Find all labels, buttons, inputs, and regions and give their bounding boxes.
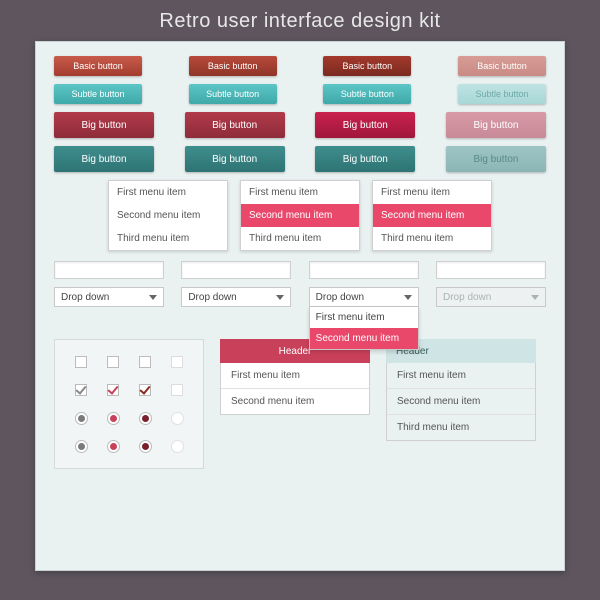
text-input[interactable]: [54, 261, 164, 279]
big-button[interactable]: Big button: [185, 112, 285, 138]
input-row: [54, 261, 546, 279]
listbox-teal: Header First menu item Second menu item …: [386, 339, 536, 469]
bottom-row: Header First menu item Second menu item …: [54, 339, 546, 469]
basic-button-row: Basic button Basic button Basic button B…: [54, 56, 546, 76]
radio-selected[interactable]: [139, 440, 152, 453]
radio-selected[interactable]: [75, 412, 88, 425]
big-button[interactable]: Big button: [315, 112, 415, 138]
big-button[interactable]: Big button: [446, 112, 546, 138]
listbox-pink: Header First menu item Second menu item: [220, 339, 370, 469]
big-button[interactable]: Big button: [446, 146, 546, 172]
checkbox-checked[interactable]: [107, 384, 119, 396]
checkbox-disabled: [171, 356, 183, 368]
dropdown[interactable]: Drop down: [181, 287, 291, 307]
chevron-down-icon: [276, 295, 284, 300]
menu: First menu item Second menu item Third m…: [108, 180, 228, 251]
chevron-down-icon: [149, 295, 157, 300]
chevron-down-icon: [531, 295, 539, 300]
big-button[interactable]: Big button: [54, 112, 154, 138]
dropdown-label: Drop down: [316, 292, 364, 303]
checkbox-disabled: [171, 384, 183, 396]
radio-selected[interactable]: [75, 440, 88, 453]
checkbox[interactable]: [107, 356, 119, 368]
subtle-button[interactable]: Subtle button: [54, 84, 142, 104]
subtle-button[interactable]: Subtle button: [458, 84, 546, 104]
list-item[interactable]: First menu item: [221, 363, 369, 389]
radio-selected[interactable]: [107, 412, 120, 425]
page-title: Retro user interface design kit: [159, 10, 440, 33]
big-button[interactable]: Big button: [185, 146, 285, 172]
subtle-button[interactable]: Subtle button: [189, 84, 277, 104]
checkbox[interactable]: [75, 356, 87, 368]
big-button[interactable]: Big button: [315, 146, 415, 172]
dropdown-item-selected[interactable]: Second menu item: [310, 328, 418, 349]
menu-item-selected[interactable]: Second menu item: [241, 204, 359, 227]
menu-item[interactable]: First menu item: [373, 181, 491, 204]
text-input[interactable]: [181, 261, 291, 279]
menu-row: First menu item Second menu item Third m…: [54, 180, 546, 251]
basic-button[interactable]: Basic button: [189, 56, 277, 76]
chevron-down-icon: [404, 295, 412, 300]
list-item[interactable]: Second menu item: [221, 389, 369, 414]
checkbox-checked[interactable]: [75, 384, 87, 396]
list-item[interactable]: Third menu item: [387, 415, 535, 440]
dropdown-disabled: Drop down: [436, 287, 546, 307]
text-input[interactable]: [309, 261, 419, 279]
text-input[interactable]: [436, 261, 546, 279]
radio-disabled: [171, 440, 184, 453]
big-button-row: Big button Big button Big button Big but…: [54, 112, 546, 138]
list-item[interactable]: First menu item: [387, 363, 535, 389]
dropdown-list: First menu item Second menu item: [309, 307, 419, 350]
menu-item[interactable]: First menu item: [241, 181, 359, 204]
menu: First menu item Second menu item Third m…: [372, 180, 492, 251]
basic-button[interactable]: Basic button: [458, 56, 546, 76]
menu-item[interactable]: Third menu item: [109, 227, 227, 250]
radio-selected[interactable]: [107, 440, 120, 453]
dropdown-row: Drop down Drop down Drop down First menu…: [54, 287, 546, 307]
checkbox[interactable]: [139, 356, 151, 368]
menu: First menu item Second menu item Third m…: [240, 180, 360, 251]
check-radio-panel: [54, 339, 204, 469]
dropdown-item[interactable]: First menu item: [310, 307, 418, 328]
ui-kit-panel: Basic button Basic button Basic button B…: [35, 41, 565, 571]
dropdown-label: Drop down: [188, 292, 236, 303]
big-button-row: Big button Big button Big button Big but…: [54, 146, 546, 172]
basic-button[interactable]: Basic button: [54, 56, 142, 76]
dropdown[interactable]: Drop down: [54, 287, 164, 307]
dropdown-open[interactable]: Drop down: [309, 287, 419, 307]
menu-item[interactable]: Third menu item: [241, 227, 359, 250]
menu-item[interactable]: Second menu item: [109, 204, 227, 227]
big-button[interactable]: Big button: [54, 146, 154, 172]
dropdown-label: Drop down: [61, 292, 109, 303]
checkbox-checked[interactable]: [139, 384, 151, 396]
subtle-button-row: Subtle button Subtle button Subtle butto…: [54, 84, 546, 104]
menu-item[interactable]: First menu item: [109, 181, 227, 204]
menu-item-selected[interactable]: Second menu item: [373, 204, 491, 227]
radio-disabled: [171, 412, 184, 425]
subtle-button[interactable]: Subtle button: [323, 84, 411, 104]
radio-selected[interactable]: [139, 412, 152, 425]
menu-item[interactable]: Third menu item: [373, 227, 491, 250]
basic-button[interactable]: Basic button: [323, 56, 411, 76]
list-item[interactable]: Second menu item: [387, 389, 535, 415]
dropdown-label: Drop down: [443, 292, 491, 303]
